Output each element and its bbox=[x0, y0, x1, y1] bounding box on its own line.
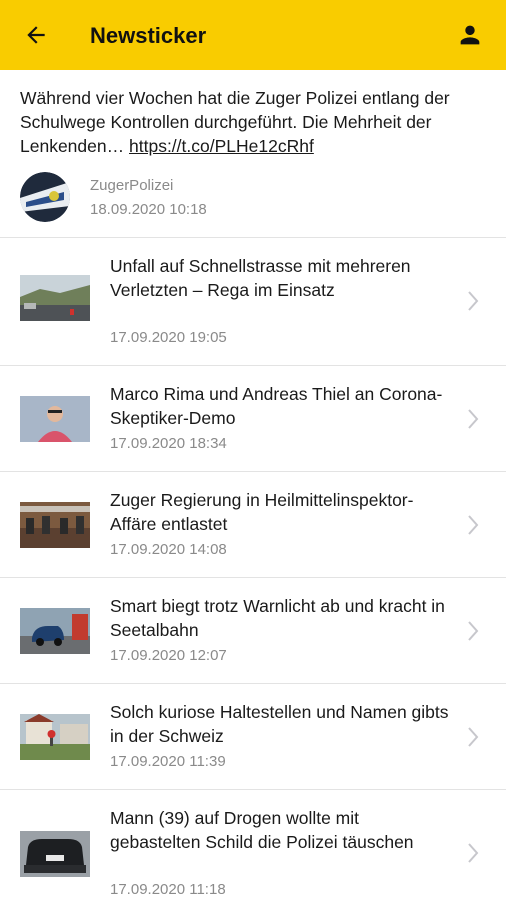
person-icon bbox=[460, 25, 480, 45]
tweet-link[interactable]: https://t.co/PLHe12cRhf bbox=[129, 136, 314, 156]
news-title: Marco Rima und Andreas Thiel an Corona-S… bbox=[110, 384, 443, 428]
news-thumbnail bbox=[20, 502, 90, 548]
news-date: 17.09.2020 12:07 bbox=[110, 647, 227, 664]
news-thumbnail bbox=[20, 275, 90, 321]
list-item[interactable]: Zuger Regierung in Heilmittelinspektor-A… bbox=[0, 472, 506, 578]
list-item[interactable]: Mann (39) auf Drogen wollte mit gebastel… bbox=[0, 790, 506, 900]
chevron-right-icon bbox=[468, 843, 479, 863]
news-thumbnail bbox=[20, 831, 90, 877]
list-item[interactable]: Solch kuriose Haltestellen und Namen gib… bbox=[0, 684, 506, 790]
chevron-right-icon bbox=[468, 409, 479, 429]
list-item[interactable]: Marco Rima und Andreas Thiel an Corona-S… bbox=[0, 366, 506, 472]
chevron-right-icon bbox=[468, 515, 479, 535]
profile-button[interactable] bbox=[454, 19, 486, 51]
news-thumbnail bbox=[20, 608, 90, 654]
news-thumbnail bbox=[20, 714, 90, 760]
news-list: Unfall auf Schnellstrasse mit mehreren V… bbox=[0, 238, 506, 900]
news-title: Unfall auf Schnellstrasse mit mehreren V… bbox=[110, 256, 411, 300]
news-title: Zuger Regierung in Heilmittelinspektor-A… bbox=[110, 490, 414, 534]
list-item[interactable]: Unfall auf Schnellstrasse mit mehreren V… bbox=[0, 238, 506, 366]
news-date: 17.09.2020 11:39 bbox=[110, 753, 226, 770]
news-title: Mann (39) auf Drogen wollte mit gebastel… bbox=[110, 808, 414, 852]
news-thumbnail bbox=[20, 396, 90, 442]
page-title: Newsticker bbox=[90, 23, 207, 48]
news-date: 17.09.2020 14:08 bbox=[110, 541, 227, 558]
chevron-right-icon bbox=[468, 621, 479, 641]
tweet-author: ZugerPolizei bbox=[90, 177, 174, 194]
tweet-date: 18.09.2020 10:18 bbox=[90, 201, 207, 218]
chevron-right-icon bbox=[468, 727, 479, 747]
tweet-card[interactable]: Während vier Wochen hat die Zuger Polize… bbox=[0, 70, 506, 238]
tweet-text: Während vier Wochen hat die Zuger Polize… bbox=[20, 86, 490, 158]
news-title: Smart biegt trotz Warnlicht ab und krach… bbox=[110, 596, 445, 640]
chevron-right-icon bbox=[468, 291, 479, 311]
news-date: 17.09.2020 18:34 bbox=[110, 435, 227, 452]
app-bar: Newsticker bbox=[0, 0, 506, 70]
news-date: 17.09.2020 19:05 bbox=[110, 329, 227, 346]
list-item[interactable]: Smart biegt trotz Warnlicht ab und krach… bbox=[0, 578, 506, 684]
arrow-left-icon bbox=[27, 26, 45, 44]
news-date: 17.09.2020 11:18 bbox=[110, 881, 226, 898]
avatar bbox=[20, 172, 70, 222]
news-title: Solch kuriose Haltestellen und Namen gib… bbox=[110, 702, 449, 746]
back-button[interactable] bbox=[20, 19, 52, 51]
